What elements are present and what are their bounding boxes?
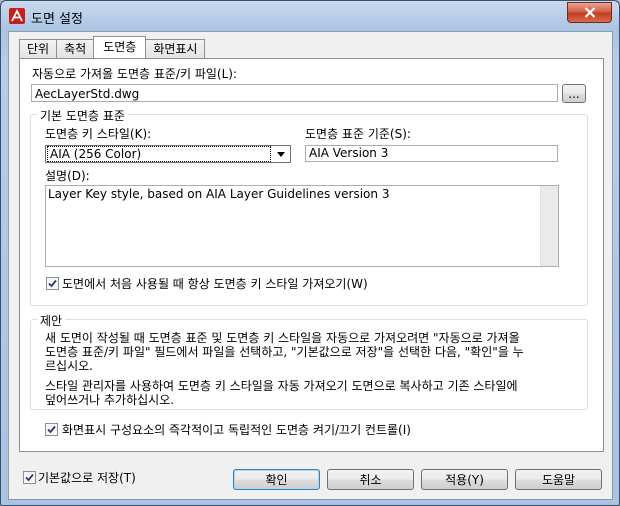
description-textarea[interactable]: Layer Key style, based on AIA Layer Guid… xyxy=(45,185,559,267)
tab-strip: 단위 축척 도면층 화면표시 xyxy=(19,36,206,58)
checkmark-icon xyxy=(25,473,34,482)
dialog-window: 도면 설정 단위 축척 도면층 화면표시 자동으로 가져올 도면층 표준/키 파… xyxy=(0,0,620,506)
layer-file-input[interactable]: AecLayerStd.dwg xyxy=(31,84,558,102)
always-import-checkbox[interactable] xyxy=(46,277,59,290)
checkmark-icon xyxy=(48,279,57,288)
tab-scale[interactable]: 축척 xyxy=(56,39,95,58)
browse-button[interactable]: ... xyxy=(562,84,586,103)
tab-layering[interactable]: 도면층 xyxy=(93,36,147,58)
tab-units[interactable]: 단위 xyxy=(19,39,58,58)
display-control-checkbox[interactable] xyxy=(45,423,58,436)
description-text: Layer Key style, based on AIA Layer Guid… xyxy=(48,187,390,201)
always-import-label[interactable]: 도면에서 처음 사용될 때 항상 도면층 키 스타일 가져오기(W) xyxy=(62,275,368,292)
defaults-group-title: 기본 도면층 표준 xyxy=(37,107,128,124)
close-icon xyxy=(584,7,595,18)
title-bar: 도면 설정 xyxy=(1,1,619,31)
key-style-selected-value: AIA (256 Color) xyxy=(47,146,271,162)
chevron-down-icon xyxy=(272,147,289,161)
description-scrollbar[interactable] xyxy=(540,186,558,266)
layering-tab-panel: 자동으로 가져올 도면층 표준/키 파일(L): AecLayerStd.dwg… xyxy=(19,58,604,452)
key-style-label: 도면층 키 스타일(K): xyxy=(45,127,152,141)
note-line-4: 스타일 관리자를 사용하여 도면층 키 스타일을 자동 가져오기 도면으로 복사… xyxy=(45,379,518,393)
layer-standard-field[interactable]: AIA Version 3 xyxy=(305,145,558,162)
checkmark-icon xyxy=(47,425,56,434)
layer-standard-defaults-group: 기본 도면층 표준 도면층 키 스타일(K): AIA (256 Color) … xyxy=(30,107,588,306)
layer-file-label: 자동으로 가져올 도면층 표준/키 파일(L): xyxy=(32,67,237,81)
note-line-2: 도면층 표준/키 파일" 필드에서 파일을 선택하고, "기본값으로 저장"을 … xyxy=(45,345,524,359)
close-button[interactable] xyxy=(567,2,612,23)
save-default-checkbox[interactable] xyxy=(23,471,36,484)
key-style-select[interactable]: AIA (256 Color) xyxy=(45,145,291,163)
notes-group-title: 제안 xyxy=(37,312,66,329)
save-default-label[interactable]: 기본값으로 저장(T) xyxy=(38,469,136,486)
notes-group: 제안 새 도면이 작성될 때 도면층 표준 및 도면층 키 스타일을 자동으로 … xyxy=(30,312,588,410)
description-label: 설명(D): xyxy=(45,169,90,183)
note-line-1: 새 도면이 작성될 때 도면층 표준 및 도면층 키 스타일을 자동으로 가져오… xyxy=(45,331,520,345)
ok-button[interactable]: 확인 xyxy=(233,469,320,490)
tab-display[interactable]: 화면표시 xyxy=(145,39,206,58)
autocad-app-icon xyxy=(9,8,25,24)
dialog-client-area: 단위 축척 도면층 화면표시 자동으로 가져올 도면층 표준/키 파일(L): … xyxy=(8,31,613,500)
note-line-5: 덮어쓰거나 추가하십시오. xyxy=(45,393,175,407)
help-button[interactable]: 도움말 xyxy=(515,469,602,490)
cancel-button[interactable]: 취소 xyxy=(327,469,414,490)
apply-button[interactable]: 적용(Y) xyxy=(421,469,508,490)
note-line-3: 르십시오. xyxy=(45,359,93,373)
display-control-label[interactable]: 화면표시 구성요소의 즉각적이고 독립적인 도면층 켜기/끄기 컨트롤(I) xyxy=(62,421,411,438)
window-title: 도면 설정 xyxy=(31,12,83,27)
layer-standard-label: 도면층 표준 기준(S): xyxy=(305,127,411,141)
